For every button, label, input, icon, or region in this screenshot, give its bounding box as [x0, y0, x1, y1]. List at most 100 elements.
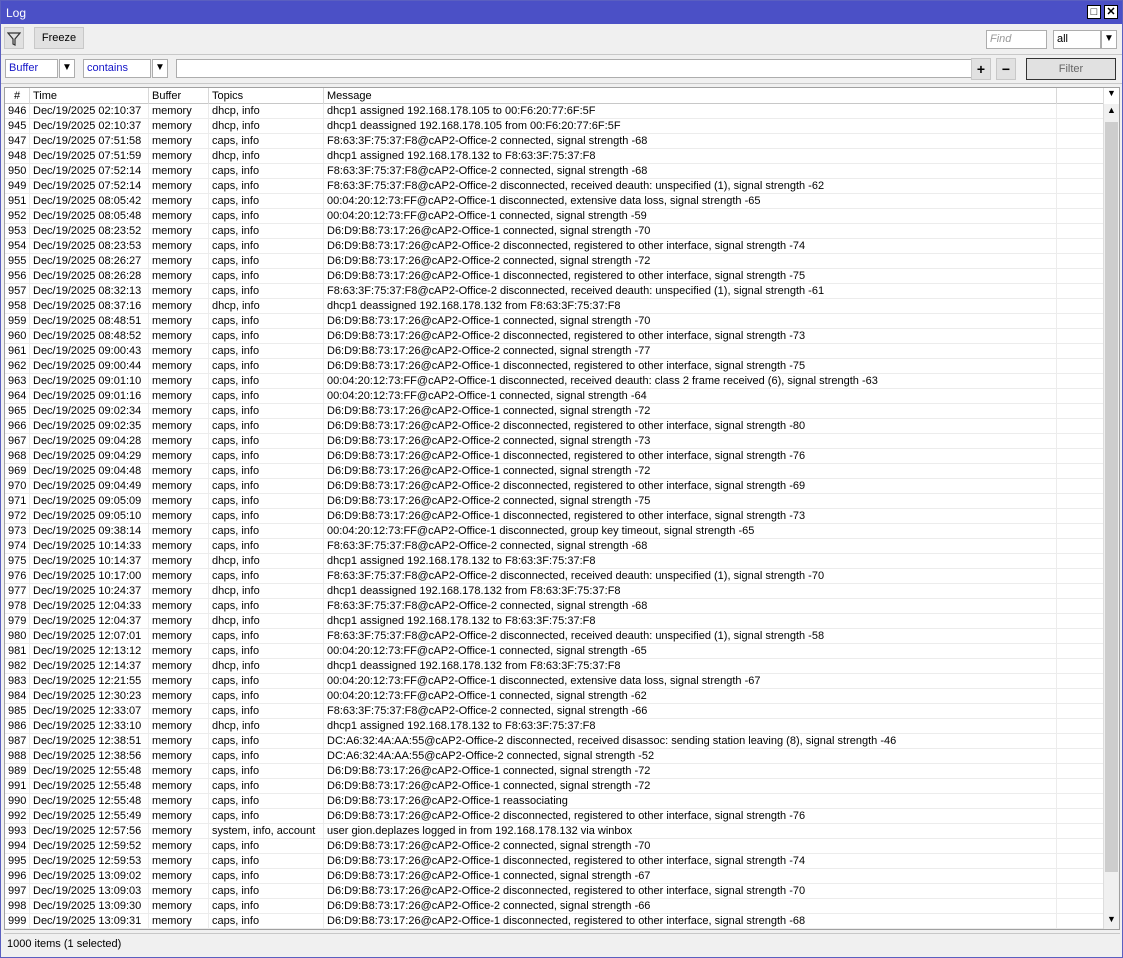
table-row[interactable]: 990 Dec/19/2025 12:55:48 memory caps, info D… [5, 794, 1104, 809]
table-row[interactable]: 953 Dec/19/2025 08:23:52 memory caps, info D… [5, 224, 1104, 239]
table-row[interactable]: 969 Dec/19/2025 09:04:48 memory caps, info D… [5, 464, 1104, 479]
find-scope-select[interactable]: all [1053, 30, 1101, 49]
filter-value-input[interactable] [176, 59, 991, 78]
table-row[interactable]: 961 Dec/19/2025 09:00:43 memory caps, info D… [5, 344, 1104, 359]
table-row[interactable]: 975 Dec/19/2025 10:14:37 memory dhcp, info d… [5, 554, 1104, 569]
column-header-buffer[interactable]: Buffer [149, 88, 209, 104]
table-row[interactable]: 947 Dec/19/2025 07:51:58 memory caps, info F… [5, 134, 1104, 149]
table-row[interactable]: 957 Dec/19/2025 08:32:13 memory caps, info F… [5, 284, 1104, 299]
table-row[interactable]: 977 Dec/19/2025 10:24:37 memory dhcp, info d… [5, 584, 1104, 599]
table-row[interactable]: 978 Dec/19/2025 12:04:33 memory caps, info F… [5, 599, 1104, 614]
table-row[interactable]: 950 Dec/19/2025 07:52:14 memory caps, info F… [5, 164, 1104, 179]
entry-buffer: memory [149, 764, 209, 779]
table-row[interactable]: 964 Dec/19/2025 09:01:16 memory caps, info 0… [5, 389, 1104, 404]
table-row[interactable]: 965 Dec/19/2025 09:02:34 memory caps, info D… [5, 404, 1104, 419]
column-header-topics[interactable]: Topics [209, 88, 324, 104]
table-row[interactable]: 955 Dec/19/2025 08:26:27 memory caps, info D… [5, 254, 1104, 269]
table-row[interactable]: 968 Dec/19/2025 09:04:29 memory caps, info D… [5, 449, 1104, 464]
entry-message: F8:63:3F:75:37:F8@cAP2-Office-2 disconne… [324, 629, 1057, 644]
table-row[interactable]: 967 Dec/19/2025 09:04:28 memory caps, info D… [5, 434, 1104, 449]
entry-buffer: memory [149, 269, 209, 284]
entry-time: Dec/19/2025 12:30:23 [30, 689, 149, 704]
table-row[interactable]: 945 Dec/19/2025 02:10:37 memory dhcp, info d… [5, 119, 1104, 134]
chevron-down-icon[interactable]: ▼ [59, 59, 75, 78]
entry-topics: caps, info [209, 794, 324, 809]
table-row[interactable]: 963 Dec/19/2025 09:01:10 memory caps, info 0… [5, 374, 1104, 389]
table-row[interactable]: 996 Dec/19/2025 13:09:02 memory caps, info D… [5, 869, 1104, 884]
table-row[interactable]: 954 Dec/19/2025 08:23:53 memory caps, info D… [5, 239, 1104, 254]
entry-extra [1057, 719, 1104, 734]
entry-time: Dec/19/2025 12:04:33 [30, 599, 149, 614]
column-menu-icon[interactable]: ▼ [1104, 88, 1119, 104]
maximize-icon[interactable]: □ [1087, 5, 1101, 19]
close-icon[interactable]: ✕ [1104, 5, 1118, 19]
table-row[interactable]: 974 Dec/19/2025 10:14:33 memory caps, info F… [5, 539, 1104, 554]
table-row[interactable]: 987 Dec/19/2025 12:38:51 memory caps, info D… [5, 734, 1104, 749]
table-row[interactable]: 952 Dec/19/2025 08:05:48 memory caps, info 0… [5, 209, 1104, 224]
table-row[interactable]: 979 Dec/19/2025 12:04:37 memory dhcp, info d… [5, 614, 1104, 629]
freeze-button[interactable]: Freeze [34, 27, 84, 49]
entry-message: 00:04:20:12:73:FF@cAP2-Office-1 connecte… [324, 689, 1057, 704]
table-row[interactable]: 983 Dec/19/2025 12:21:55 memory caps, info 0… [5, 674, 1104, 689]
entry-time: Dec/19/2025 08:32:13 [30, 284, 149, 299]
table-row[interactable]: 951 Dec/19/2025 08:05:42 memory caps, info 0… [5, 194, 1104, 209]
entry-extra [1057, 344, 1104, 359]
table-row[interactable]: 970 Dec/19/2025 09:04:49 memory caps, info D… [5, 479, 1104, 494]
entry-time: Dec/19/2025 10:14:37 [30, 554, 149, 569]
chevron-down-icon[interactable]: ▼ [152, 59, 168, 78]
table-row[interactable]: 981 Dec/19/2025 12:13:12 memory caps, info 0… [5, 644, 1104, 659]
entry-message: D6:D9:B8:73:17:26@cAP2-Office-1 disconne… [324, 509, 1057, 524]
filter-operator-select[interactable]: contains [83, 59, 151, 78]
table-row[interactable]: 966 Dec/19/2025 09:02:35 memory caps, info D… [5, 419, 1104, 434]
table-row[interactable]: 995 Dec/19/2025 12:59:53 memory caps, info D… [5, 854, 1104, 869]
vertical-scrollbar[interactable]: ▼ ▲ ▼ [1103, 88, 1119, 929]
entry-message: D6:D9:B8:73:17:26@cAP2-Office-2 disconne… [324, 329, 1057, 344]
item-count: 1000 items (1 selected) [7, 938, 122, 950]
column-header-number[interactable]: # [5, 88, 30, 104]
table-row[interactable]: 988 Dec/19/2025 12:38:56 memory caps, info D… [5, 749, 1104, 764]
entry-extra [1057, 254, 1104, 269]
table-row[interactable]: 956 Dec/19/2025 08:26:28 memory caps, info D… [5, 269, 1104, 284]
table-row[interactable]: 984 Dec/19/2025 12:30:23 memory caps, info 0… [5, 689, 1104, 704]
filter-button[interactable]: Filter [1026, 58, 1116, 80]
table-row[interactable]: 986 Dec/19/2025 12:33:10 memory dhcp, info d… [5, 719, 1104, 734]
table-row[interactable]: 989 Dec/19/2025 12:55:48 memory caps, info D… [5, 764, 1104, 779]
entry-message: 00:04:20:12:73:FF@cAP2-Office-1 connecte… [324, 644, 1057, 659]
table-row[interactable]: 948 Dec/19/2025 07:51:59 memory dhcp, info d… [5, 149, 1104, 164]
chevron-down-icon[interactable]: ▼ [1101, 30, 1117, 49]
table-row[interactable]: 946 Dec/19/2025 02:10:37 memory dhcp, info d… [5, 104, 1104, 119]
table-row[interactable]: 999 Dec/19/2025 13:09:31 memory caps, info D… [5, 914, 1104, 929]
table-row[interactable]: 985 Dec/19/2025 12:33:07 memory caps, info F… [5, 704, 1104, 719]
table-row[interactable]: 949 Dec/19/2025 07:52:14 memory caps, info F… [5, 179, 1104, 194]
entry-extra [1057, 449, 1104, 464]
table-row[interactable]: 959 Dec/19/2025 08:48:51 memory caps, info D… [5, 314, 1104, 329]
table-row[interactable]: 998 Dec/19/2025 13:09:30 memory caps, info D… [5, 899, 1104, 914]
filter-field-select[interactable]: Buffer [5, 59, 58, 78]
entry-buffer: memory [149, 539, 209, 554]
table-row[interactable]: 982 Dec/19/2025 12:14:37 memory dhcp, info d… [5, 659, 1104, 674]
table-row[interactable]: 993 Dec/19/2025 12:57:56 memory system, inf… [5, 824, 1104, 839]
scrollbar-thumb[interactable] [1105, 122, 1118, 872]
scroll-up-icon[interactable]: ▲ [1104, 105, 1119, 120]
table-row[interactable]: 997 Dec/19/2025 13:09:03 memory caps, info D… [5, 884, 1104, 899]
table-row[interactable]: 973 Dec/19/2025 09:38:14 memory caps, info 0… [5, 524, 1104, 539]
filter-toggle-button[interactable] [4, 27, 24, 49]
table-row[interactable]: 991 Dec/19/2025 12:55:48 memory caps, info D… [5, 779, 1104, 794]
remove-filter-button[interactable]: − [996, 58, 1016, 80]
table-row[interactable]: 960 Dec/19/2025 08:48:52 memory caps, info D… [5, 329, 1104, 344]
add-filter-button[interactable]: + [971, 58, 991, 80]
table-row[interactable]: 980 Dec/19/2025 12:07:01 memory caps, info F… [5, 629, 1104, 644]
table-row[interactable]: 992 Dec/19/2025 12:55:49 memory caps, info D… [5, 809, 1104, 824]
table-row[interactable]: 958 Dec/19/2025 08:37:16 memory dhcp, info d… [5, 299, 1104, 314]
entry-message: D6:D9:B8:73:17:26@cAP2-Office-2 connecte… [324, 494, 1057, 509]
table-row[interactable]: 994 Dec/19/2025 12:59:52 memory caps, info D… [5, 839, 1104, 854]
table-row[interactable]: 971 Dec/19/2025 09:05:09 memory caps, info D… [5, 494, 1104, 509]
entry-time: Dec/19/2025 09:05:10 [30, 509, 149, 524]
column-header-message[interactable]: Message [324, 88, 1057, 104]
table-row[interactable]: 972 Dec/19/2025 09:05:10 memory caps, info D… [5, 509, 1104, 524]
find-input[interactable]: Find [986, 30, 1047, 49]
table-row[interactable]: 962 Dec/19/2025 09:00:44 memory caps, info D… [5, 359, 1104, 374]
column-header-time[interactable]: Time [30, 88, 149, 104]
scroll-down-icon[interactable]: ▼ [1104, 914, 1119, 929]
table-row[interactable]: 976 Dec/19/2025 10:17:00 memory caps, info F… [5, 569, 1104, 584]
